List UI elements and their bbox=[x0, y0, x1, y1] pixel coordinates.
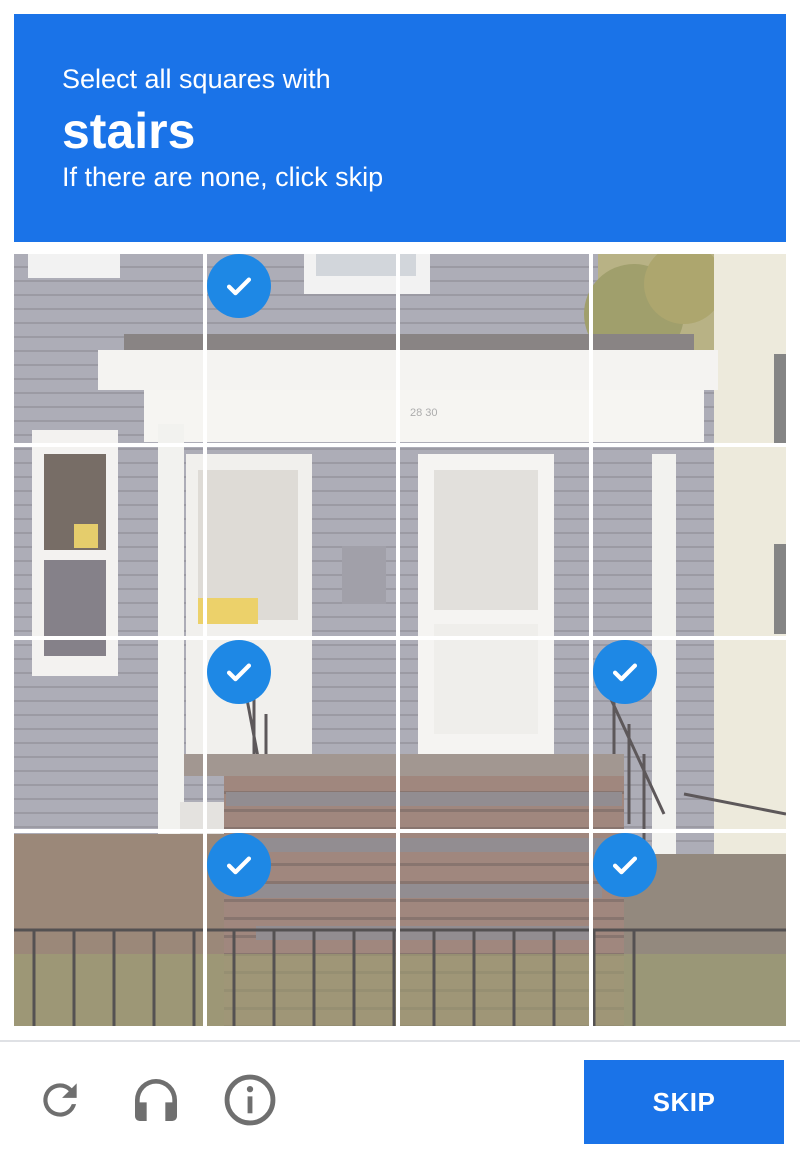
check-icon bbox=[207, 640, 271, 704]
info-icon bbox=[221, 1071, 279, 1134]
grid-tile-r3-c2[interactable] bbox=[400, 833, 593, 1026]
grid-tile-r0-c2[interactable] bbox=[400, 254, 593, 447]
skip-button[interactable]: SKIP bbox=[584, 1060, 784, 1144]
grid-tile-r0-c3[interactable] bbox=[593, 254, 786, 447]
check-icon bbox=[207, 254, 271, 318]
grid-tile-r2-c3[interactable] bbox=[593, 640, 786, 833]
audio-challenge-button[interactable] bbox=[126, 1072, 186, 1132]
headphones-icon bbox=[128, 1072, 184, 1133]
info-button[interactable] bbox=[220, 1072, 280, 1132]
reload-icon bbox=[35, 1075, 85, 1130]
check-icon bbox=[593, 833, 657, 897]
grid-tile-r2-c0[interactable] bbox=[14, 640, 207, 833]
grid-tile-r3-c1[interactable] bbox=[207, 833, 400, 1026]
challenge-header: Select all squares with stairs If there … bbox=[14, 14, 786, 242]
image-grid: 28 30 bbox=[14, 254, 786, 1026]
grid-tile-r2-c2[interactable] bbox=[400, 640, 593, 833]
instruction-text: Select all squares with bbox=[62, 64, 331, 94]
footer-divider bbox=[0, 1040, 800, 1042]
target-keyword: stairs bbox=[62, 103, 196, 159]
grid-tile-r1-c0[interactable] bbox=[14, 447, 207, 640]
reload-button[interactable] bbox=[30, 1072, 90, 1132]
grid-tile-r0-c1[interactable] bbox=[207, 254, 400, 447]
grid-tile-r2-c1[interactable] bbox=[207, 640, 400, 833]
grid-tile-r3-c3[interactable] bbox=[593, 833, 786, 1026]
grid-tile-r1-c3[interactable] bbox=[593, 447, 786, 640]
check-icon bbox=[207, 833, 271, 897]
hint-text: If there are none, click skip bbox=[62, 162, 384, 192]
check-icon bbox=[593, 640, 657, 704]
grid-tile-r1-c1[interactable] bbox=[207, 447, 400, 640]
grid-tile-r0-c0[interactable] bbox=[14, 254, 207, 447]
grid-tile-r1-c2[interactable] bbox=[400, 447, 593, 640]
grid-tile-r3-c0[interactable] bbox=[14, 833, 207, 1026]
